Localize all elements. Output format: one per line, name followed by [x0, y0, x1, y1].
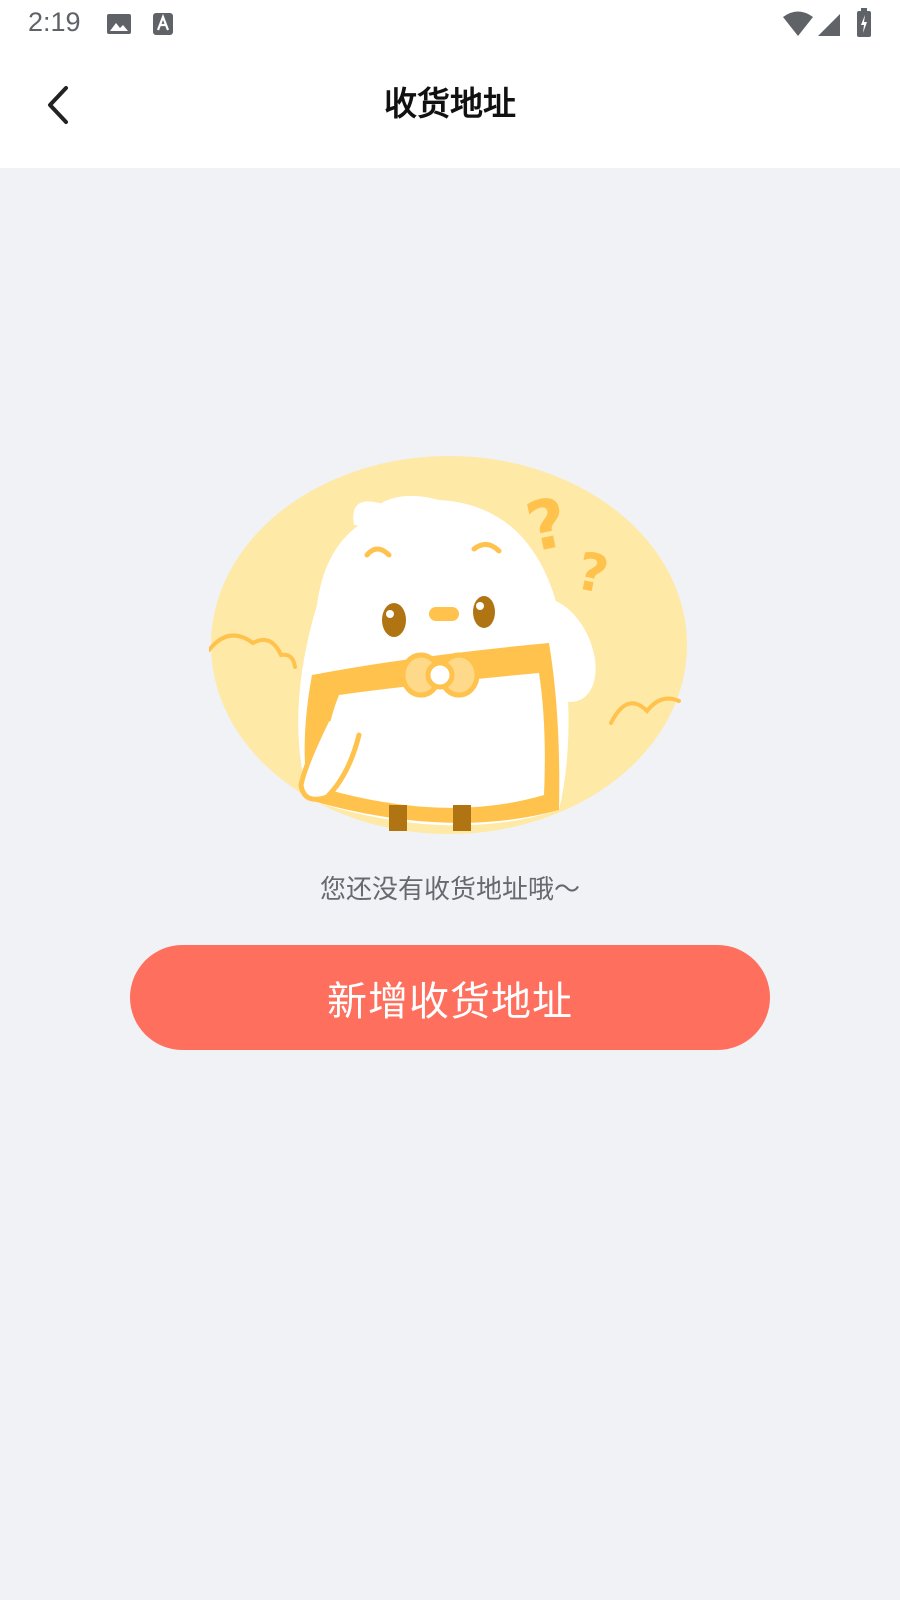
battery-charging-icon [857, 8, 871, 37]
page-title: 收货地址 [384, 84, 516, 123]
signal-icon [818, 14, 840, 36]
add-address-button[interactable]: 新增收货地址 [130, 945, 770, 1050]
status-bar: 2:19 [0, 0, 900, 50]
nav-header: 收货地址 [0, 50, 900, 168]
status-time: 2:19 [28, 7, 81, 37]
image-icon [107, 14, 131, 34]
wifi-icon [783, 11, 813, 36]
text-a-icon [153, 13, 173, 35]
empty-state-message: 您还没有收货地址哦～ [319, 875, 580, 905]
empty-address-illustration: ? ? [209, 456, 687, 834]
